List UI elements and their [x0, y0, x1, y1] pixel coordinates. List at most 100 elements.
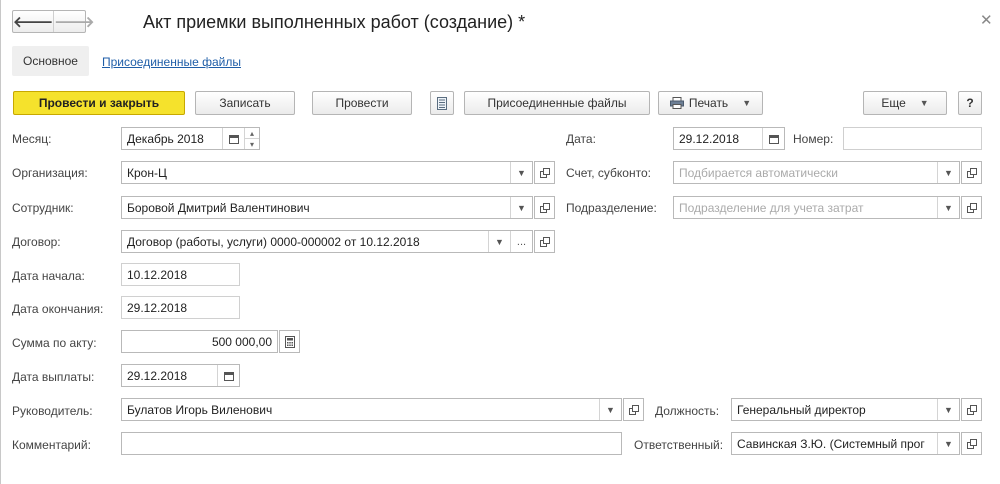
account-label: Счет, субконто:: [566, 166, 651, 180]
back-button[interactable]: 🡐: [13, 11, 53, 32]
forward-button[interactable]: 🡒: [53, 11, 94, 32]
month-label: Месяц:: [12, 132, 52, 146]
employee-field[interactable]: Боровой Дмитрий Валентинович ▼: [121, 196, 533, 219]
position-field[interactable]: Генеральный директор ▼: [731, 398, 960, 421]
responsible-label: Ответственный:: [634, 438, 724, 452]
chevron-down-icon[interactable]: ▼: [599, 399, 621, 420]
open-window-icon: [539, 202, 550, 213]
manager-value: Булатов Игорь Виленович: [127, 402, 273, 417]
month-spinner[interactable]: ▴ ▾: [244, 128, 259, 149]
save-button[interactable]: Записать: [195, 91, 295, 115]
attached-files-button[interactable]: Присоединенные файлы: [464, 91, 650, 115]
comment-field[interactable]: [121, 432, 622, 455]
number-label: Номер:: [793, 132, 834, 146]
chevron-down-icon[interactable]: ▼: [510, 162, 532, 183]
number-field[interactable]: [843, 127, 982, 150]
manager-label: Руководитель:: [12, 404, 93, 418]
contract-value: Договор (работы, услуги) 0000-000002 от …: [127, 234, 420, 249]
chevron-down-icon[interactable]: ▼: [937, 197, 959, 218]
help-button[interactable]: ?: [958, 91, 982, 115]
spin-up-icon[interactable]: ▴: [245, 128, 259, 138]
calendar-icon[interactable]: [222, 128, 244, 149]
organization-label: Организация:: [12, 166, 88, 180]
open-window-icon: [966, 404, 977, 415]
amount-field[interactable]: 500 000,00: [121, 330, 278, 353]
navigation-buttons: 🡐 🡒: [12, 10, 94, 33]
position-value: Генеральный директор: [737, 402, 866, 417]
select-ellipsis-button[interactable]: ...: [510, 231, 532, 252]
account-field[interactable]: Подбирается автоматически ▼: [673, 161, 960, 184]
start-date-label: Дата начала:: [12, 269, 85, 283]
calendar-icon[interactable]: [762, 128, 784, 149]
calculator-button[interactable]: [279, 330, 300, 353]
date-value: 29.12.2018: [679, 131, 740, 146]
comment-label: Комментарий:: [12, 438, 91, 452]
post-button[interactable]: Провести: [312, 91, 412, 115]
department-label: Подразделение:: [566, 201, 657, 215]
open-window-icon: [966, 167, 977, 178]
manager-field[interactable]: Булатов Игорь Виленович ▼: [121, 398, 622, 421]
document-list-button[interactable]: [430, 91, 454, 115]
chevron-down-icon[interactable]: ▼: [488, 231, 510, 252]
chevron-down-icon[interactable]: ▼: [937, 399, 959, 420]
manager-open-button[interactable]: [623, 398, 644, 421]
spin-down-icon[interactable]: ▾: [245, 138, 259, 149]
responsible-field[interactable]: Савинская З.Ю. (Системный прог ▼: [731, 432, 960, 455]
organization-open-button[interactable]: [534, 161, 555, 184]
more-button-label: Еще: [881, 96, 906, 110]
tab-main[interactable]: Основное: [12, 46, 89, 76]
calendar-icon[interactable]: [217, 365, 239, 386]
department-open-button[interactable]: [961, 196, 982, 219]
month-value: Декабрь 2018: [127, 131, 204, 146]
comment-value: [122, 433, 621, 454]
pay-date-field[interactable]: 29.12.2018: [121, 364, 240, 387]
calculator-icon: [284, 335, 295, 348]
chevron-down-icon: ▼: [742, 98, 752, 108]
account-open-button[interactable]: [961, 161, 982, 184]
more-button[interactable]: Еще ▼: [863, 91, 947, 115]
number-value: [844, 128, 981, 149]
contract-label: Договор:: [12, 235, 61, 249]
open-window-icon: [628, 404, 639, 415]
amount-label: Сумма по акту:: [12, 336, 97, 350]
arrow-right-icon: 🡒: [54, 14, 95, 31]
contract-open-button[interactable]: [534, 230, 555, 253]
print-button-label: Печать: [688, 96, 729, 110]
department-field[interactable]: Подразделение для учета затрат ▼: [673, 196, 960, 219]
document-icon: [437, 96, 447, 110]
responsible-open-button[interactable]: [961, 432, 982, 455]
employee-open-button[interactable]: [534, 196, 555, 219]
tab-attached-files[interactable]: Присоединенные файлы: [102, 55, 241, 69]
month-field[interactable]: Декабрь 2018 ▴ ▾: [121, 127, 260, 150]
department-placeholder: Подразделение для учета затрат: [679, 200, 864, 215]
close-icon[interactable]: ✕: [980, 11, 993, 29]
position-open-button[interactable]: [961, 398, 982, 421]
organization-value: Крон-Ц: [127, 165, 167, 180]
chevron-down-icon[interactable]: ▼: [937, 433, 959, 454]
employee-value: Боровой Дмитрий Валентинович: [127, 200, 310, 215]
pay-date-value: 29.12.2018: [127, 368, 188, 383]
account-placeholder: Подбирается автоматически: [679, 165, 838, 180]
open-window-icon: [966, 202, 977, 213]
arrow-left-icon: 🡐: [13, 14, 54, 31]
chevron-down-icon[interactable]: ▼: [937, 162, 959, 183]
pay-date-label: Дата выплаты:: [12, 370, 95, 384]
position-label: Должность:: [655, 404, 720, 418]
end-date-value: 29.12.2018: [127, 300, 188, 315]
employee-label: Сотрудник:: [12, 201, 74, 215]
chevron-down-icon: ▼: [919, 98, 929, 108]
end-date-field[interactable]: 29.12.2018: [121, 296, 240, 319]
date-label: Дата:: [566, 132, 596, 146]
chevron-down-icon[interactable]: ▼: [510, 197, 532, 218]
print-button[interactable]: Печать ▼: [658, 91, 763, 115]
date-field[interactable]: 29.12.2018: [673, 127, 785, 150]
post-and-close-button[interactable]: Провести и закрыть: [13, 91, 185, 115]
start-date-field[interactable]: 10.12.2018: [121, 263, 240, 286]
amount-value: 500 000,00: [211, 334, 272, 349]
page-title: Акт приемки выполненных работ (создание)…: [143, 12, 526, 32]
open-window-icon: [539, 167, 550, 178]
organization-field[interactable]: Крон-Ц ▼: [121, 161, 533, 184]
end-date-label: Дата окончания:: [12, 302, 104, 316]
contract-field[interactable]: Договор (работы, услуги) 0000-000002 от …: [121, 230, 533, 253]
start-date-value: 10.12.2018: [127, 267, 188, 282]
